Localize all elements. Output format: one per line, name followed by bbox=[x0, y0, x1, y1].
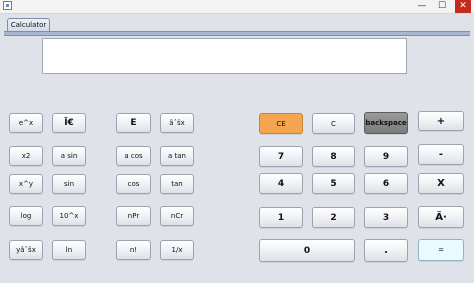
power-button[interactable]: x^y bbox=[9, 174, 43, 194]
digit-6-button[interactable]: 6 bbox=[364, 173, 408, 194]
add-button[interactable]: + bbox=[418, 111, 464, 131]
npr-button[interactable]: nPr bbox=[116, 206, 151, 226]
maximize-button[interactable]: ☐ bbox=[434, 0, 450, 13]
pi-button[interactable]: Ï€ bbox=[52, 113, 86, 133]
sin-button[interactable]: sin bbox=[52, 174, 86, 194]
app-icon bbox=[3, 1, 12, 10]
exp-button[interactable]: e^x bbox=[9, 113, 43, 133]
digit-0-button[interactable]: 0 bbox=[259, 239, 355, 262]
sqrt-button[interactable]: âˆšx bbox=[160, 113, 194, 133]
log-button[interactable]: log bbox=[9, 206, 43, 226]
decimal-point-button[interactable]: . bbox=[364, 239, 408, 262]
factorial-button[interactable]: n! bbox=[116, 240, 151, 260]
tan-button[interactable]: tan bbox=[160, 174, 194, 194]
reciprocal-button[interactable]: 1/x bbox=[160, 240, 194, 260]
backspace-button[interactable]: backspace bbox=[364, 112, 408, 134]
ncr-button[interactable]: nCr bbox=[160, 206, 194, 226]
digit-8-button[interactable]: 8 bbox=[312, 146, 355, 167]
title-bar: — ☐ ✕ bbox=[0, 0, 474, 14]
digit-2-button[interactable]: 2 bbox=[312, 207, 355, 228]
nth-root-button[interactable]: yâˆšx bbox=[9, 240, 43, 260]
tab-strip-divider bbox=[4, 31, 470, 36]
ln-button[interactable]: ln bbox=[52, 240, 86, 260]
ten-power-button[interactable]: 10^x bbox=[52, 206, 86, 226]
acos-button[interactable]: a cos bbox=[116, 146, 151, 166]
digit-7-button[interactable]: 7 bbox=[259, 146, 303, 167]
clear-button[interactable]: C bbox=[312, 113, 355, 134]
asin-button[interactable]: a sin bbox=[52, 146, 86, 166]
digit-5-button[interactable]: 5 bbox=[312, 173, 355, 194]
display-field[interactable] bbox=[42, 38, 407, 74]
cos-button[interactable]: cos bbox=[116, 174, 151, 194]
minimize-button[interactable]: — bbox=[414, 0, 430, 13]
subtract-button[interactable]: - bbox=[418, 144, 464, 165]
close-button[interactable]: ✕ bbox=[455, 0, 471, 13]
square-button[interactable]: x2 bbox=[9, 146, 43, 166]
digit-3-button[interactable]: 3 bbox=[364, 207, 408, 228]
clear-entry-button[interactable]: CE bbox=[259, 113, 303, 134]
divide-button[interactable]: Ã· bbox=[418, 206, 464, 228]
tab-calculator[interactable]: Calculator bbox=[7, 18, 50, 32]
atan-button[interactable]: a tan bbox=[160, 146, 194, 166]
equals-button[interactable]: = bbox=[418, 239, 464, 261]
digit-4-button[interactable]: 4 bbox=[259, 173, 303, 194]
e-button[interactable]: E bbox=[116, 113, 151, 133]
digit-1-button[interactable]: 1 bbox=[259, 207, 303, 228]
digit-9-button[interactable]: 9 bbox=[364, 146, 408, 167]
multiply-button[interactable]: X bbox=[418, 173, 464, 194]
